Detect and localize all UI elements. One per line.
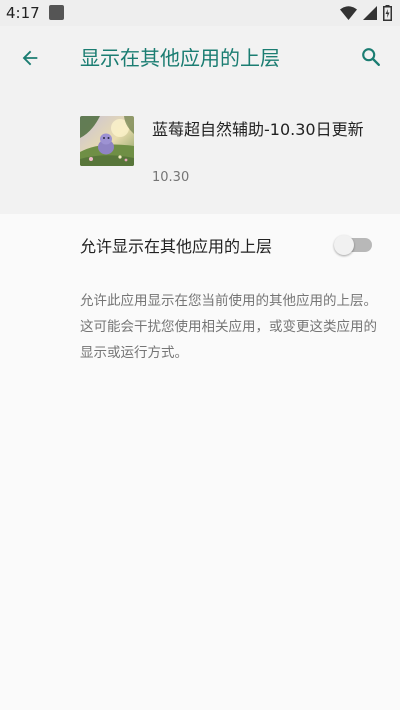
battery-icon xyxy=(383,5,392,21)
search-icon xyxy=(362,48,380,66)
overlay-permission-row[interactable]: 允许显示在其他应用的上层 xyxy=(0,214,400,274)
switch-thumb xyxy=(334,235,354,255)
status-icons xyxy=(340,5,392,21)
app-icon xyxy=(80,116,134,166)
signal-icon xyxy=(363,6,377,20)
app-name: 蓝莓超自然辅助-10.30日更新 xyxy=(152,120,364,139)
notification-icon xyxy=(49,5,64,20)
permission-description: 允许此应用显示在您当前使用的其他应用的上层。这可能会干扰您使用相关应用，或变更这… xyxy=(80,293,377,361)
wifi-icon xyxy=(340,6,357,20)
arrow-back-icon xyxy=(22,50,38,66)
status-time: 4:17 xyxy=(6,4,40,22)
app-bar: 显示在其他应用的上层 xyxy=(0,26,400,90)
back-button[interactable] xyxy=(16,44,44,72)
page-title: 显示在其他应用的上层 xyxy=(80,46,280,70)
search-button[interactable] xyxy=(356,42,386,72)
overlay-permission-label: 允许显示在其他应用的上层 xyxy=(80,237,273,256)
status-bar: 4:17 xyxy=(0,0,400,26)
app-header: 蓝莓超自然辅助-10.30日更新 10.30 xyxy=(0,90,400,214)
overlay-permission-switch[interactable] xyxy=(334,235,372,255)
app-version: 10.30 xyxy=(152,170,190,185)
